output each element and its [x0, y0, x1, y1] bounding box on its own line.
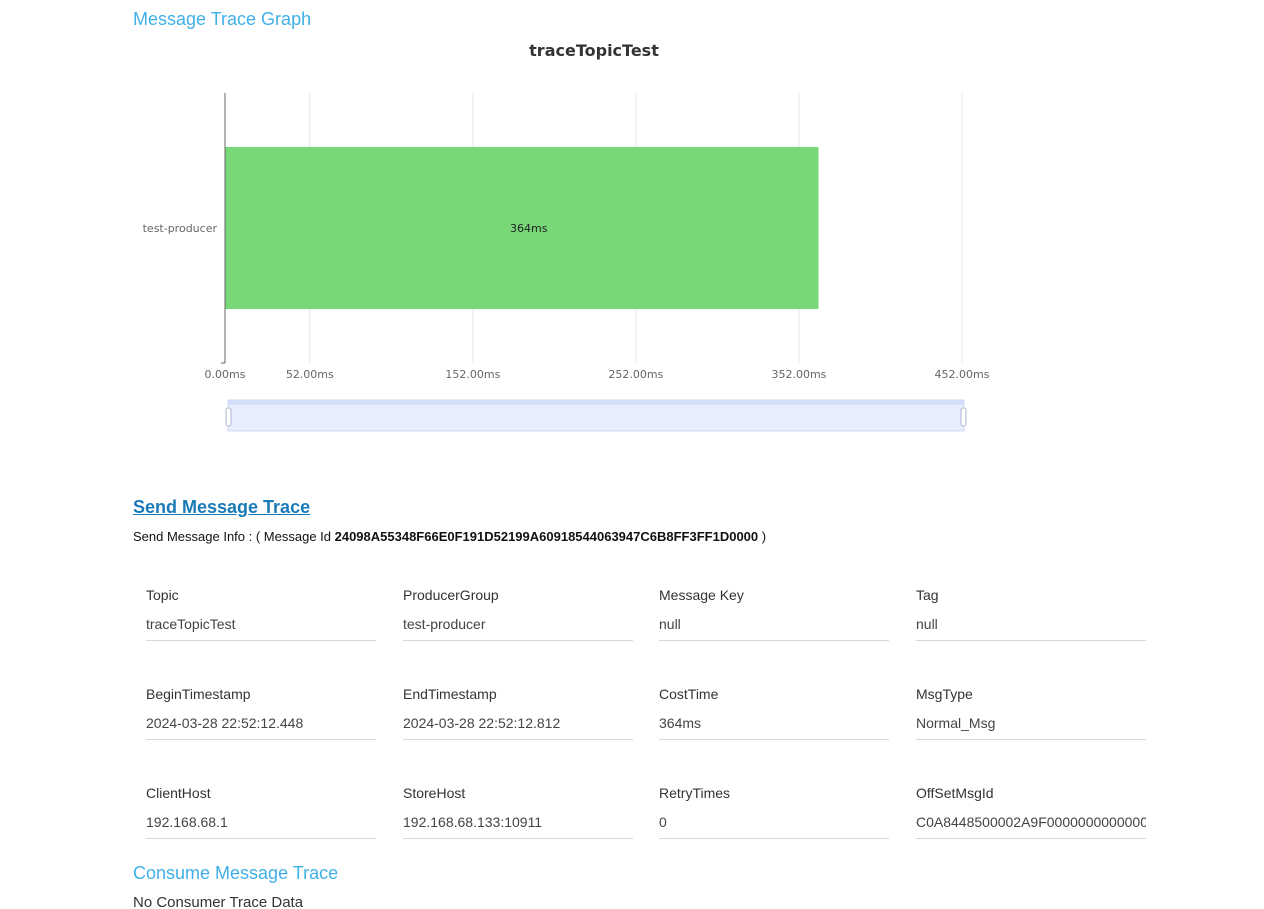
field-label: CostTime [659, 686, 719, 702]
send-trace-title: Send Message Trace [133, 497, 311, 517]
field-topic: Topic traceTopicTest [146, 585, 376, 641]
field-value: test-producer [403, 615, 633, 641]
message-info-suffix: ) [758, 529, 767, 544]
field-value: C0A8448500002A9F0000000000000 [916, 813, 1146, 839]
field-msg-type: MsgType Normal_Msg [916, 684, 1146, 740]
x-tick-label: 452.00ms [935, 368, 990, 381]
field-offset-msg-id: OffSetMsgId C0A8448500002A9F000000000000… [916, 783, 1146, 839]
x-tick-label: 252.00ms [608, 368, 663, 381]
field-message-key: Message Key null [659, 585, 889, 641]
consume-trace-title: Consume Message Trace [133, 863, 339, 883]
field-value: 0 [659, 813, 889, 839]
x-tick-label: 352.00ms [771, 368, 826, 381]
x-tick-label: 0.00ms [205, 368, 246, 381]
field-end-timestamp: EndTimestamp 2024-03-28 22:52:12.812 [403, 684, 633, 740]
x-tick-label: 152.00ms [445, 368, 500, 381]
bar-data-label: 364ms [510, 222, 548, 235]
trace-bar-chart: traceTopicTest 364ms 0.00ms 52.00ms 152.00… [143, 41, 990, 432]
field-value: traceTopicTest [146, 615, 376, 641]
no-consumer-data-text: No Consumer Trace Data [133, 894, 304, 909]
field-producer-group: ProducerGroup test-producer [403, 585, 633, 641]
field-label: StoreHost [403, 785, 466, 801]
field-label: EndTimestamp [403, 686, 497, 702]
field-label: Message Key [659, 587, 744, 603]
zoom-slider-right-handle[interactable] [960, 407, 967, 427]
message-id: 24098A55348F66E0F191D52199A6091854406394… [334, 529, 759, 544]
field-label: OffSetMsgId [916, 785, 994, 801]
field-label: ClientHost [146, 785, 211, 801]
field-value: 192.168.68.1 [146, 813, 376, 839]
field-value: null [916, 615, 1146, 641]
field-store-host: StoreHost 192.168.68.133:10911 [403, 783, 633, 839]
field-label: Topic [146, 587, 179, 603]
send-message-info: Send Message Info : ( Message Id 24098A5… [133, 529, 766, 544]
chart-bars: 364ms [225, 147, 819, 309]
field-tag: Tag null [916, 585, 1146, 641]
field-value: 192.168.68.133:10911 [403, 813, 633, 839]
field-retry-times: RetryTimes 0 [659, 783, 889, 839]
field-label: BeginTimestamp [146, 686, 251, 702]
field-label: MsgType [916, 686, 973, 702]
y-category-label: test-producer [143, 222, 218, 235]
field-begin-timestamp: BeginTimestamp 2024-03-28 22:52:12.448 [146, 684, 376, 740]
field-label: RetryTimes [659, 785, 731, 801]
message-info-prefix: Send Message Info : ( Message Id [133, 529, 335, 544]
field-value: 2024-03-28 22:52:12.448 [146, 714, 376, 740]
field-label: ProducerGroup [403, 587, 499, 603]
zoom-slider-left-handle[interactable] [225, 407, 232, 427]
zoom-slider-top-bar [228, 400, 964, 405]
zoom-slider[interactable] [225, 399, 967, 432]
field-value: null [659, 615, 889, 641]
field-value: 364ms [659, 714, 889, 740]
field-label: Tag [916, 587, 939, 603]
x-tick-label: 52.00ms [286, 368, 334, 381]
field-value: Normal_Msg [916, 714, 1146, 740]
field-client-host: ClientHost 192.168.68.1 [146, 783, 376, 839]
field-cost-time: CostTime 364ms [659, 684, 889, 740]
field-value: 2024-03-28 22:52:12.812 [403, 714, 633, 740]
chart-title: traceTopicTest [529, 41, 659, 60]
